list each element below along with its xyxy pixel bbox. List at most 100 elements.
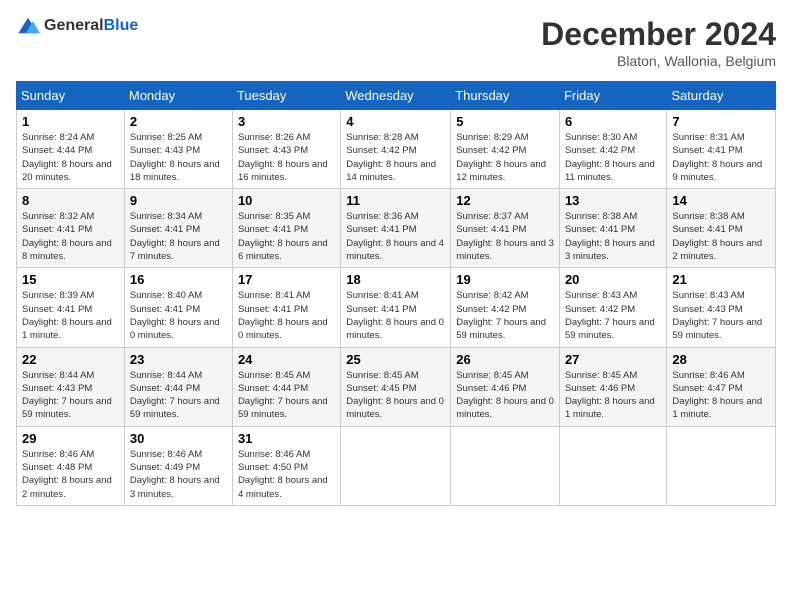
day-number: 15 — [22, 272, 119, 287]
day-info: Sunrise: 8:46 AMSunset: 4:49 PMDaylight:… — [130, 449, 220, 500]
table-row: 6 Sunrise: 8:30 AMSunset: 4:42 PMDaylight… — [559, 110, 666, 189]
day-info: Sunrise: 8:37 AMSunset: 4:41 PMDaylight:… — [456, 211, 554, 262]
day-info: Sunrise: 8:45 AMSunset: 4:46 PMDaylight:… — [565, 370, 655, 421]
day-number: 5 — [456, 114, 554, 129]
location: Blaton, Wallonia, Belgium — [541, 53, 776, 69]
table-row: 27 Sunrise: 8:45 AMSunset: 4:46 PMDayligh… — [559, 347, 666, 426]
day-number: 23 — [130, 352, 227, 367]
day-number: 26 — [456, 352, 554, 367]
table-row — [559, 426, 666, 505]
title-block: December 2024 Blaton, Wallonia, Belgium — [541, 16, 776, 69]
col-thursday: Thursday — [451, 82, 560, 110]
day-info: Sunrise: 8:45 AMSunset: 4:46 PMDaylight:… — [456, 370, 554, 421]
day-number: 14 — [672, 193, 770, 208]
logo-general: General — [44, 17, 104, 34]
day-info: Sunrise: 8:39 AMSunset: 4:41 PMDaylight:… — [22, 290, 112, 341]
day-info: Sunrise: 8:25 AMSunset: 4:43 PMDaylight:… — [130, 132, 220, 183]
day-number: 25 — [346, 352, 445, 367]
day-number: 1 — [22, 114, 119, 129]
day-info: Sunrise: 8:42 AMSunset: 4:42 PMDaylight:… — [456, 290, 546, 341]
table-row: 21Sunrise: 8:43 AMSunset: 4:43 PMDayligh… — [667, 268, 776, 347]
page-header: GeneralBlue December 2024 Blaton, Wallon… — [16, 16, 776, 69]
col-sunday: Sunday — [17, 82, 125, 110]
col-monday: Monday — [124, 82, 232, 110]
table-row: 14 Sunrise: 8:38 AMSunset: 4:41 PMDayligh… — [667, 189, 776, 268]
table-row: 22Sunrise: 8:44 AMSunset: 4:43 PMDayligh… — [17, 347, 125, 426]
day-number: 4 — [346, 114, 445, 129]
col-saturday: Saturday — [667, 82, 776, 110]
day-info: Sunrise: 8:46 AMSunset: 4:50 PMDaylight:… — [238, 449, 328, 500]
calendar-week-row: 15 Sunrise: 8:39 AMSunset: 4:41 PMDayligh… — [17, 268, 776, 347]
day-number: 20 — [565, 272, 661, 287]
table-row: 31Sunrise: 8:46 AMSunset: 4:50 PMDayligh… — [232, 426, 340, 505]
calendar-week-row: 8Sunrise: 8:32 AMSunset: 4:41 PMDaylight… — [17, 189, 776, 268]
table-row — [667, 426, 776, 505]
day-info: Sunrise: 8:32 AMSunset: 4:41 PMDaylight:… — [22, 211, 112, 262]
day-info: Sunrise: 8:30 AMSunset: 4:42 PMDaylight:… — [565, 132, 655, 183]
day-info: Sunrise: 8:40 AMSunset: 4:41 PMDaylight:… — [130, 290, 220, 341]
day-number: 3 — [238, 114, 335, 129]
table-row: 3 Sunrise: 8:26 AMSunset: 4:43 PMDaylight… — [232, 110, 340, 189]
day-info: Sunrise: 8:41 AMSunset: 4:41 PMDaylight:… — [238, 290, 328, 341]
table-row: 5 Sunrise: 8:29 AMSunset: 4:42 PMDaylight… — [451, 110, 560, 189]
table-row: 15 Sunrise: 8:39 AMSunset: 4:41 PMDayligh… — [17, 268, 125, 347]
logo-blue: Blue — [104, 17, 139, 34]
day-number: 2 — [130, 114, 227, 129]
col-tuesday: Tuesday — [232, 82, 340, 110]
table-row: 18Sunrise: 8:41 AMSunset: 4:41 PMDayligh… — [341, 268, 451, 347]
table-row: 13Sunrise: 8:38 AMSunset: 4:41 PMDayligh… — [559, 189, 666, 268]
day-number: 30 — [130, 431, 227, 446]
table-row: 8Sunrise: 8:32 AMSunset: 4:41 PMDaylight… — [17, 189, 125, 268]
day-number: 21 — [672, 272, 770, 287]
table-row: 20Sunrise: 8:43 AMSunset: 4:42 PMDayligh… — [559, 268, 666, 347]
logo-icon — [16, 16, 40, 36]
day-number: 12 — [456, 193, 554, 208]
month-title: December 2024 — [541, 16, 776, 53]
day-number: 10 — [238, 193, 335, 208]
table-row: 30 Sunrise: 8:46 AMSunset: 4:49 PMDayligh… — [124, 426, 232, 505]
table-row: 24 Sunrise: 8:45 AMSunset: 4:44 PMDayligh… — [232, 347, 340, 426]
day-info: Sunrise: 8:38 AMSunset: 4:41 PMDaylight:… — [672, 211, 762, 262]
table-row: 16 Sunrise: 8:40 AMSunset: 4:41 PMDayligh… — [124, 268, 232, 347]
col-wednesday: Wednesday — [341, 82, 451, 110]
day-number: 29 — [22, 431, 119, 446]
logo: GeneralBlue — [16, 16, 138, 36]
day-number: 11 — [346, 193, 445, 208]
day-number: 17 — [238, 272, 335, 287]
day-number: 28 — [672, 352, 770, 367]
col-friday: Friday — [559, 82, 666, 110]
day-info: Sunrise: 8:46 AMSunset: 4:48 PMDaylight:… — [22, 449, 112, 500]
day-info: Sunrise: 8:36 AMSunset: 4:41 PMDaylight:… — [346, 211, 444, 262]
day-number: 7 — [672, 114, 770, 129]
calendar-week-row: 29 Sunrise: 8:46 AMSunset: 4:48 PMDayligh… — [17, 426, 776, 505]
table-row: 25Sunrise: 8:45 AMSunset: 4:45 PMDayligh… — [341, 347, 451, 426]
day-info: Sunrise: 8:45 AMSunset: 4:44 PMDaylight:… — [238, 370, 328, 421]
table-row: 4 Sunrise: 8:28 AMSunset: 4:42 PMDaylight… — [341, 110, 451, 189]
day-info: Sunrise: 8:29 AMSunset: 4:42 PMDaylight:… — [456, 132, 546, 183]
day-info: Sunrise: 8:44 AMSunset: 4:43 PMDaylight:… — [22, 370, 112, 421]
calendar-week-row: 22Sunrise: 8:44 AMSunset: 4:43 PMDayligh… — [17, 347, 776, 426]
table-row: 11 Sunrise: 8:36 AMSunset: 4:41 PMDayligh… — [341, 189, 451, 268]
table-row: 1Sunrise: 8:24 AMSunset: 4:44 PMDaylight… — [17, 110, 125, 189]
day-number: 24 — [238, 352, 335, 367]
day-number: 27 — [565, 352, 661, 367]
table-row: 2 Sunrise: 8:25 AMSunset: 4:43 PMDaylight… — [124, 110, 232, 189]
day-number: 6 — [565, 114, 661, 129]
table-row: 29 Sunrise: 8:46 AMSunset: 4:48 PMDayligh… — [17, 426, 125, 505]
table-row: 12 Sunrise: 8:37 AMSunset: 4:41 PMDayligh… — [451, 189, 560, 268]
table-row: 10Sunrise: 8:35 AMSunset: 4:41 PMDayligh… — [232, 189, 340, 268]
day-info: Sunrise: 8:41 AMSunset: 4:41 PMDaylight:… — [346, 290, 444, 341]
day-info: Sunrise: 8:26 AMSunset: 4:43 PMDaylight:… — [238, 132, 328, 183]
day-number: 13 — [565, 193, 661, 208]
table-row — [451, 426, 560, 505]
day-number: 16 — [130, 272, 227, 287]
calendar-week-row: 1Sunrise: 8:24 AMSunset: 4:44 PMDaylight… — [17, 110, 776, 189]
day-info: Sunrise: 8:28 AMSunset: 4:42 PMDaylight:… — [346, 132, 436, 183]
table-row: 28Sunrise: 8:46 AMSunset: 4:47 PMDayligh… — [667, 347, 776, 426]
table-row: 23 Sunrise: 8:44 AMSunset: 4:44 PMDayligh… — [124, 347, 232, 426]
table-row: 19Sunrise: 8:42 AMSunset: 4:42 PMDayligh… — [451, 268, 560, 347]
calendar-table: Sunday Monday Tuesday Wednesday Thursday… — [16, 81, 776, 506]
table-row: 26 Sunrise: 8:45 AMSunset: 4:46 PMDayligh… — [451, 347, 560, 426]
day-info: Sunrise: 8:44 AMSunset: 4:44 PMDaylight:… — [130, 370, 220, 421]
table-row: 17 Sunrise: 8:41 AMSunset: 4:41 PMDayligh… — [232, 268, 340, 347]
